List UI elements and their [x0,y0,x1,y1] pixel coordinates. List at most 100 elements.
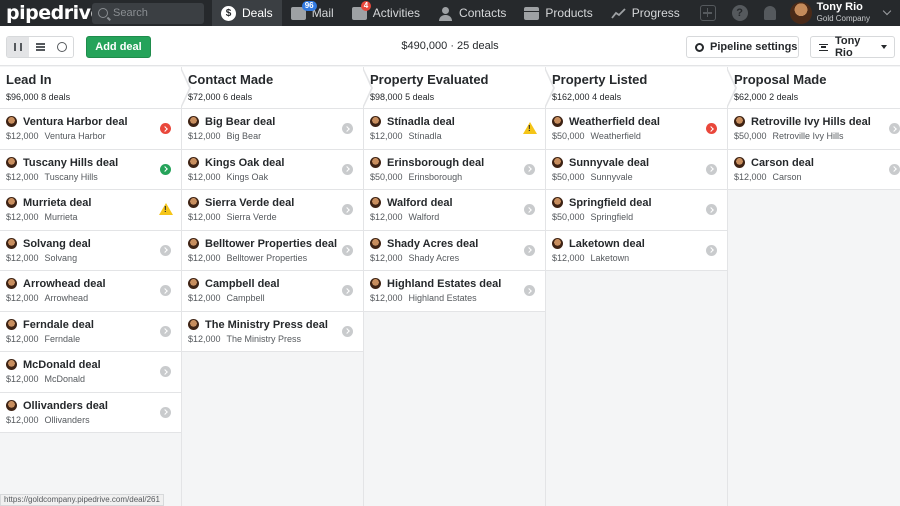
activity-status-icon[interactable] [160,163,171,175]
deal-title[interactable]: McDonald deal [23,358,181,372]
deal-title[interactable]: Erinsborough deal [387,156,545,170]
deal-title[interactable]: The Ministry Press deal [205,318,363,332]
activity-status-icon[interactable] [160,325,171,337]
deal-title[interactable]: Stínadla deal [387,115,545,129]
nav-item-products[interactable]: Products [515,0,601,26]
deal-card[interactable]: Carson deal $12,000 Carson [728,149,900,190]
deal-title[interactable]: Carson deal [751,156,900,170]
activity-status-icon[interactable] [889,163,900,175]
deal-card[interactable]: Campbell deal $12,000 Campbell [182,271,363,312]
activity-status-icon[interactable] [706,244,717,256]
activity-status-icon[interactable] [524,244,535,256]
activity-status-icon[interactable] [524,163,535,175]
deal-card[interactable]: Walford deal $12,000 Walford [364,190,545,231]
deal-card[interactable]: Shady Acres deal $12,000 Shady Acres [364,230,545,271]
deal-meta: $12,000 Big Bear [188,131,363,141]
activity-status-icon[interactable] [160,285,171,296]
deal-card[interactable]: Murrieta deal $12,000 Murrieta [0,190,181,231]
deal-card[interactable]: Ollivanders deal $12,000 Ollivanders [0,392,181,433]
activity-status-icon[interactable] [160,366,171,377]
deal-title[interactable]: Laketown deal [569,237,727,251]
warning-icon[interactable] [523,122,537,134]
activity-status-icon[interactable] [706,163,717,175]
search-input[interactable]: Search [92,2,204,24]
chevron-down-icon[interactable] [882,6,892,16]
deal-card[interactable]: Retroville Ivy Hills deal $50,000 Retrovil… [728,109,900,150]
pipeline-settings-button[interactable]: Pipeline settings [686,36,799,58]
help-icon[interactable]: ? [731,5,748,21]
add-deal-button[interactable]: Add deal [86,36,151,58]
activity-status-icon[interactable] [342,325,353,337]
deal-card[interactable]: Arrowhead deal $12,000 Arrowhead [0,271,181,312]
deal-title[interactable]: Springfield deal [569,196,727,210]
activity-status-icon[interactable] [160,406,171,418]
deal-card[interactable]: Sunnyvale deal $50,000 Sunnyvale [546,149,727,190]
stage-column: Contact Made $72,000 6 deals Big Bear deal… [182,67,373,506]
deal-card[interactable]: The Ministry Press deal $12,000 The Minist… [182,311,363,352]
deal-title[interactable]: Highland Estates deal [387,277,545,291]
activity-status-icon[interactable] [342,163,353,175]
deal-title[interactable]: Ollivanders deal [23,399,181,413]
deal-card[interactable]: Sierra Verde deal $12,000 Sierra Verde [182,190,363,231]
deal-card[interactable]: Ventura Harbor deal $12,000 Ventura Harbor [0,109,181,150]
deal-card[interactable]: Highland Estates deal $12,000 Highland Est… [364,271,545,312]
activity-status-icon[interactable] [706,204,717,215]
activity-status-icon[interactable] [342,285,353,296]
deal-title[interactable]: Big Bear deal [205,115,363,129]
nav-item-progress[interactable]: Progress [602,0,689,26]
deal-card[interactable]: Laketown deal $12,000 Laketown [546,230,727,271]
stage-column: Proposal Made $62,000 2 deals Retroville I… [728,67,900,506]
activity-status-icon[interactable] [524,285,535,296]
activity-status-icon[interactable] [342,123,353,134]
user-menu[interactable]: Tony Rio Gold Company [817,2,870,24]
deal-title[interactable]: Belltower Properties deal [205,237,363,251]
deal-card[interactable]: Ferndale deal $12,000 Ferndale [0,311,181,352]
deal-title[interactable]: Weatherfield deal [569,115,727,129]
deal-title[interactable]: Campbell deal [205,277,363,291]
deal-title[interactable]: Sierra Verde deal [205,196,363,210]
deal-card[interactable]: Kings Oak deal $12,000 Kings Oak [182,149,363,190]
deal-organization: Ferndale [44,333,81,344]
forecast-view-button[interactable] [51,37,73,57]
deal-title[interactable]: Shady Acres deal [387,237,545,251]
activity-status-icon[interactable] [160,123,171,134]
pipeline-view-button[interactable] [7,37,29,57]
nav-item-deals[interactable]: $ Deals [212,0,282,26]
deal-title[interactable]: Tuscany Hills deal [23,156,181,170]
deal-card[interactable]: Big Bear deal $12,000 Big Bear [182,109,363,150]
nav-item-contacts[interactable]: Contacts [429,0,515,26]
deal-card[interactable]: Weatherfield deal $50,000 Weatherfield [546,109,727,150]
bell-icon[interactable] [763,6,776,20]
deal-title[interactable]: Arrowhead deal [23,277,181,291]
nav-item-activities[interactable]: 4 Activities [343,0,429,26]
deal-title[interactable]: Murrieta deal [23,196,181,210]
deal-card[interactable]: Stínadla deal $12,000 Stínadla [364,109,545,150]
deal-card[interactable]: Erinsborough deal $50,000 Erinsborough [364,149,545,190]
activity-status-icon[interactable] [524,204,535,215]
deal-card[interactable]: Tuscany Hills deal $12,000 Tuscany Hills [0,149,181,190]
stage-deal-count: 4 deals [592,92,622,102]
activity-status-icon[interactable] [342,204,353,215]
list-view-button[interactable] [29,37,51,57]
deal-card[interactable]: McDonald deal $12,000 McDonald [0,352,181,393]
deal-title[interactable]: Sunnyvale deal [569,156,727,170]
quick-add-icon[interactable] [699,5,716,21]
deal-title[interactable]: Ventura Harbor deal [23,115,181,129]
deal-title[interactable]: Kings Oak deal [205,156,363,170]
warning-icon[interactable] [159,203,173,215]
activity-status-icon[interactable] [889,123,900,134]
deal-title[interactable]: Retroville Ivy Hills deal [751,115,900,129]
activity-status-icon[interactable] [706,123,717,134]
deal-title[interactable]: Solvang deal [23,237,181,251]
activity-status-icon[interactable] [160,244,171,256]
deal-card[interactable]: Belltower Properties deal $12,000 Belltowe… [182,230,363,271]
deal-title[interactable]: Walford deal [387,196,545,210]
user-avatar[interactable] [789,2,812,24]
owner-filter-dropdown[interactable]: Tony Rio [810,35,895,59]
deal-card[interactable]: Springfield deal $50,000 Springfield [546,190,727,231]
nav-item-mail[interactable]: 96 Mail [282,0,343,26]
pipedrive-logo[interactable]: pipedrive [6,2,103,24]
deal-title[interactable]: Ferndale deal [23,318,181,332]
deal-card[interactable]: Solvang deal $12,000 Solvang [0,230,181,271]
activity-status-icon[interactable] [342,244,353,256]
